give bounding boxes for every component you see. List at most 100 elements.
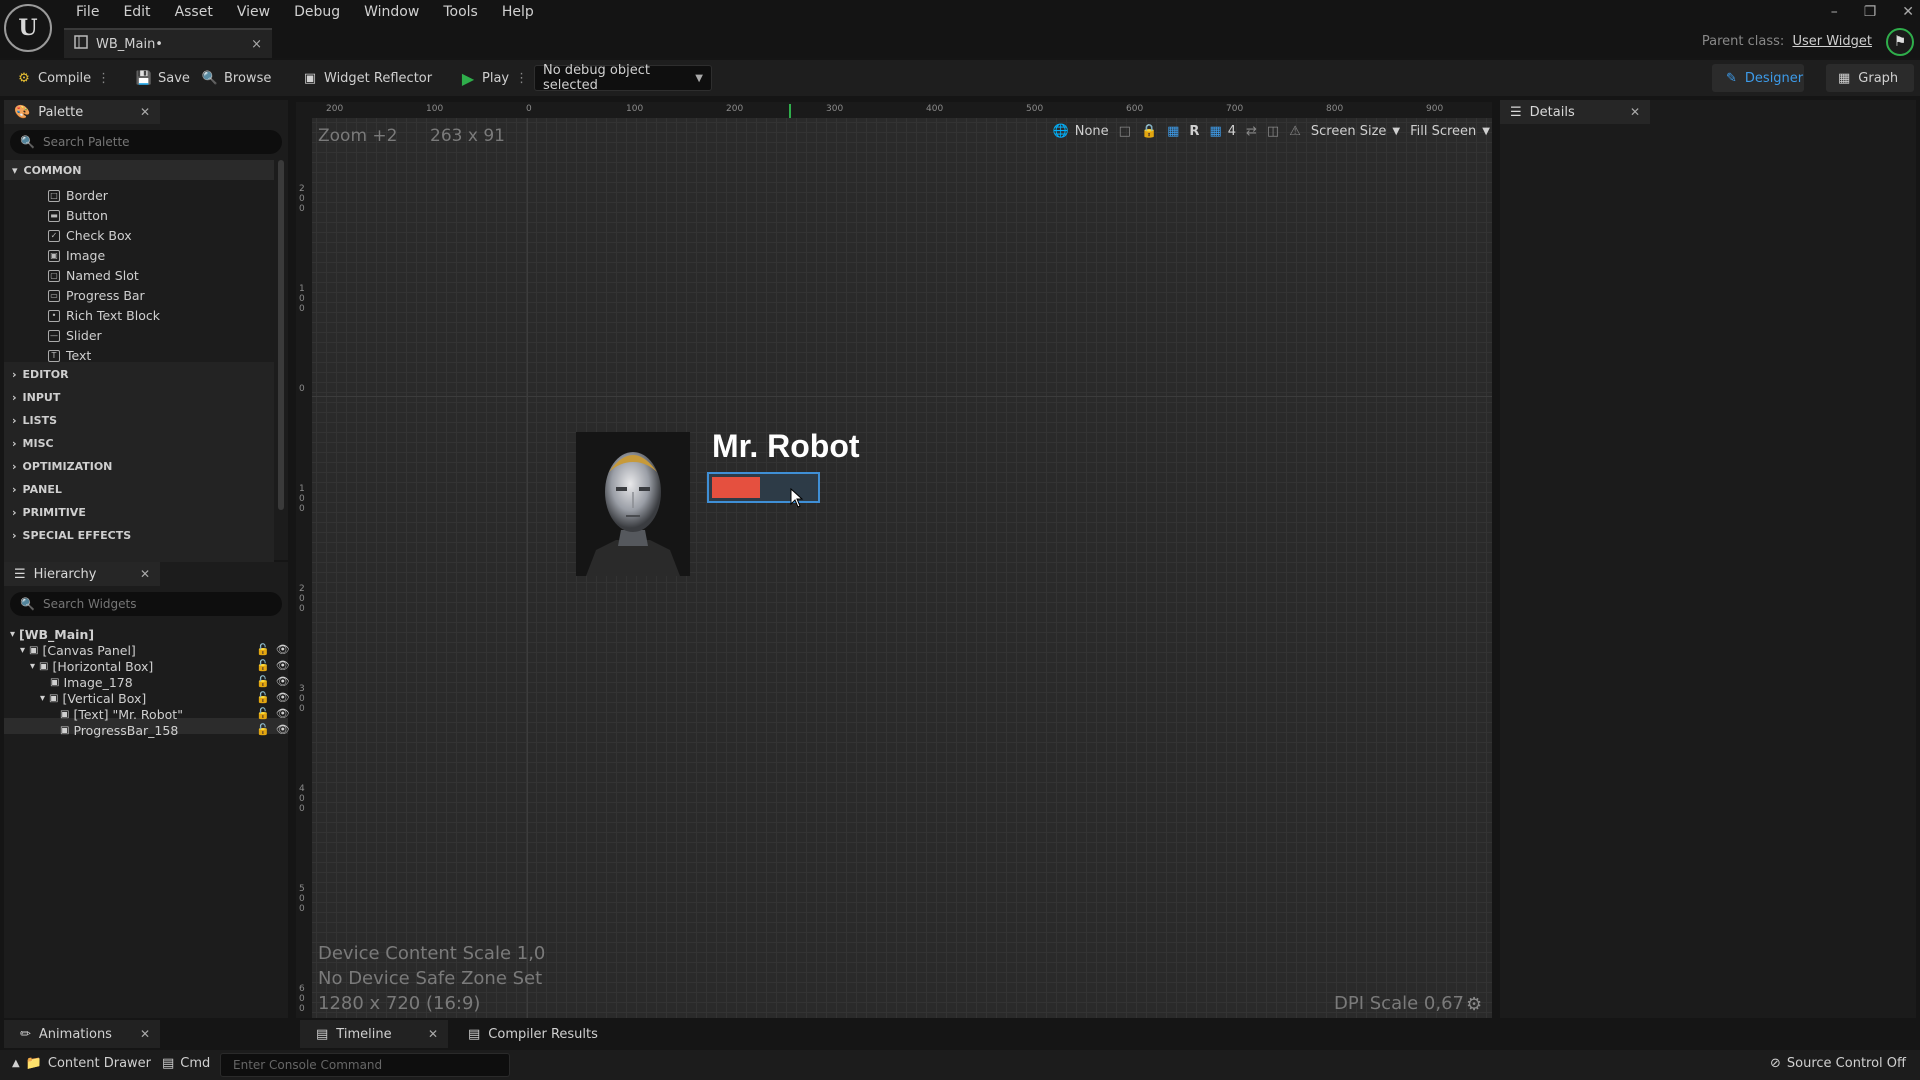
palette-item-rich-text-block[interactable]: • Rich Text Block bbox=[48, 308, 160, 323]
hierarchy-tab[interactable]: ☰ Hierarchy ✕ bbox=[4, 562, 160, 586]
screen-size-dropdown[interactable]: Screen Size ▼ bbox=[1311, 124, 1400, 139]
animations-tab[interactable]: ✏ Animations ✕ bbox=[4, 1020, 160, 1048]
palette-item-named-slot[interactable]: ▢ Named Slot bbox=[48, 268, 139, 283]
compile-options-icon[interactable]: ⋮ bbox=[97, 71, 110, 86]
menu-view[interactable]: View bbox=[225, 2, 282, 22]
graph-mode-button[interactable]: ▦ Graph bbox=[1826, 64, 1914, 92]
close-hierarchy-icon[interactable]: ✕ bbox=[140, 567, 150, 581]
palette-search[interactable]: 🔍 bbox=[10, 130, 282, 154]
close-tab-icon[interactable]: × bbox=[251, 37, 262, 52]
category-optimization[interactable]: › OPTIMIZATION bbox=[12, 460, 112, 473]
play-button[interactable]: ▶ Play ⋮ bbox=[454, 65, 534, 91]
hierarchy-item[interactable]: ▣ Image_178 bbox=[50, 675, 133, 690]
unlock-icon[interactable]: 🔓 bbox=[256, 643, 270, 656]
hierarchy-search[interactable]: 🔍 bbox=[10, 592, 282, 616]
parent-class-link[interactable]: User Widget bbox=[1792, 34, 1872, 49]
minimize-icon[interactable]: – bbox=[1831, 4, 1838, 20]
chevron-down-icon[interactable]: ▾ bbox=[40, 693, 45, 704]
character-name-text[interactable]: Mr. Robot bbox=[712, 428, 860, 465]
category-special-effects[interactable]: › SPECIAL EFFECTS bbox=[12, 529, 131, 542]
category-panel[interactable]: › PANEL bbox=[12, 483, 62, 496]
details-tab[interactable]: ☰ Details ✕ bbox=[1500, 100, 1650, 124]
category-common[interactable]: ▾ COMMON bbox=[12, 164, 81, 177]
chevron-down-icon[interactable]: ▾ bbox=[30, 661, 35, 672]
r-toggle[interactable]: R bbox=[1189, 124, 1199, 139]
close-window-icon[interactable]: ✕ bbox=[1902, 4, 1914, 20]
hierarchy-search-input[interactable] bbox=[42, 597, 223, 611]
menu-asset[interactable]: Asset bbox=[163, 2, 225, 22]
content-drawer-button[interactable]: ▲ 📁 Content Drawer bbox=[12, 1056, 151, 1071]
palette-item-button[interactable]: ▬ Button bbox=[48, 208, 108, 223]
palette-item-slider[interactable]: — Slider bbox=[48, 328, 102, 343]
robot-portrait-image[interactable] bbox=[576, 432, 690, 576]
palette-item-border[interactable]: □ Border bbox=[48, 188, 108, 203]
blueprint-status-icon[interactable]: ⚑ bbox=[1886, 28, 1914, 56]
close-details-icon[interactable]: ✕ bbox=[1630, 105, 1640, 119]
visibility-eye-icon[interactable]: 👁 bbox=[276, 723, 290, 736]
category-editor[interactable]: › EDITOR bbox=[12, 368, 69, 381]
hierarchy-item[interactable]: ▣ ProgressBar_158 bbox=[60, 723, 178, 738]
close-palette-icon[interactable]: ✕ bbox=[140, 105, 150, 119]
hierarchy-item[interactable]: ▾ ▣ [Canvas Panel] bbox=[20, 643, 136, 658]
unlock-icon[interactable]: 🔓 bbox=[256, 723, 270, 736]
visibility-eye-icon[interactable]: 👁 bbox=[276, 691, 290, 704]
source-control-button[interactable]: ⊘ Source Control Off bbox=[1770, 1056, 1906, 1071]
cmd-button[interactable]: ▤ Cmd bbox=[162, 1056, 210, 1071]
lock-icon[interactable]: 🔒 bbox=[1141, 124, 1157, 139]
fill-screen-dropdown[interactable]: Fill Screen ▼ bbox=[1410, 124, 1490, 139]
menu-help[interactable]: Help bbox=[490, 2, 546, 22]
menu-tools[interactable]: Tools bbox=[431, 2, 490, 22]
locale-dropdown[interactable]: 🌐 None bbox=[1053, 124, 1109, 139]
menu-edit[interactable]: Edit bbox=[111, 2, 162, 22]
palette-scrollbar[interactable] bbox=[278, 160, 284, 510]
palette-item-text[interactable]: T Text bbox=[48, 348, 91, 363]
palette-tab[interactable]: 🎨 Palette ✕ bbox=[4, 100, 160, 124]
chevron-down-icon[interactable]: ▾ bbox=[20, 645, 25, 656]
maximize-icon[interactable]: ❐ bbox=[1864, 4, 1877, 20]
document-tab-wb-main[interactable]: WB_Main• × bbox=[64, 28, 272, 58]
grid-snap-dropdown[interactable]: ▦ 4 bbox=[1209, 124, 1236, 139]
unlock-icon[interactable]: 🔓 bbox=[256, 659, 270, 672]
hierarchy-item[interactable]: ▾ [WB_Main] bbox=[10, 627, 94, 642]
close-animations-icon[interactable]: ✕ bbox=[140, 1027, 150, 1041]
visibility-eye-icon[interactable]: 👁 bbox=[276, 659, 290, 672]
category-input[interactable]: › INPUT bbox=[12, 391, 60, 404]
warning-icon[interactable]: ⚠ bbox=[1289, 124, 1301, 139]
hierarchy-item[interactable]: ▾ ▣ [Horizontal Box] bbox=[30, 659, 153, 674]
palette-item-progress-bar[interactable]: ▭ Progress Bar bbox=[48, 288, 145, 303]
chevron-down-icon[interactable]: ▾ bbox=[10, 629, 15, 640]
hierarchy-item[interactable]: ▾ ▣ [Vertical Box] bbox=[40, 691, 146, 706]
visibility-eye-icon[interactable]: 👁 bbox=[276, 707, 290, 720]
unlock-icon[interactable]: 🔓 bbox=[256, 675, 270, 688]
background-icon[interactable]: ◫ bbox=[1267, 124, 1279, 139]
menu-debug[interactable]: Debug bbox=[282, 2, 352, 22]
compiler-results-tab[interactable]: ▤ Compiler Results bbox=[452, 1020, 602, 1048]
play-options-icon[interactable]: ⋮ bbox=[515, 71, 528, 86]
palette-search-input[interactable] bbox=[42, 135, 223, 149]
debug-object-select[interactable]: No debug object selected ▼ bbox=[534, 63, 712, 93]
category-lists[interactable]: › LISTS bbox=[12, 414, 57, 427]
flip-icon[interactable]: ⇄ bbox=[1246, 124, 1257, 139]
palette-item-image[interactable]: ▣ Image bbox=[48, 248, 105, 263]
unlock-icon[interactable]: 🔓 bbox=[256, 707, 270, 720]
save-button[interactable]: 💾 Save bbox=[130, 65, 196, 91]
unlock-icon[interactable]: 🔓 bbox=[256, 691, 270, 704]
hierarchy-item[interactable]: ▣ [Text] "Mr. Robot" bbox=[60, 707, 183, 722]
dpi-settings-gear-icon[interactable]: ⚙ bbox=[1466, 994, 1482, 1015]
category-misc[interactable]: › MISC bbox=[12, 437, 54, 450]
timeline-tab[interactable]: ▤ Timeline ✕ bbox=[300, 1020, 448, 1048]
browse-button[interactable]: 🔍 Browse bbox=[196, 65, 277, 91]
widget-reflector-button[interactable]: ▣ Widget Reflector bbox=[296, 65, 438, 91]
unreal-logo-icon[interactable]: U bbox=[4, 4, 52, 52]
designer-mode-button[interactable]: ✎ Designer bbox=[1712, 64, 1804, 92]
visibility-eye-icon[interactable]: 👁 bbox=[276, 643, 290, 656]
select-region-icon[interactable]: □ bbox=[1119, 124, 1131, 139]
close-timeline-icon[interactable]: ✕ bbox=[428, 1027, 438, 1041]
menu-window[interactable]: Window bbox=[352, 2, 431, 22]
palette-item-check-box[interactable]: ✓ Check Box bbox=[48, 228, 132, 243]
console-command-input[interactable]: Enter Console Command bbox=[220, 1053, 510, 1077]
compile-button[interactable]: ⚙ Compile ⋮ bbox=[10, 65, 116, 91]
menu-file[interactable]: File bbox=[64, 2, 111, 22]
designer-canvas[interactable] bbox=[296, 102, 1492, 1018]
category-primitive[interactable]: › PRIMITIVE bbox=[12, 506, 86, 519]
